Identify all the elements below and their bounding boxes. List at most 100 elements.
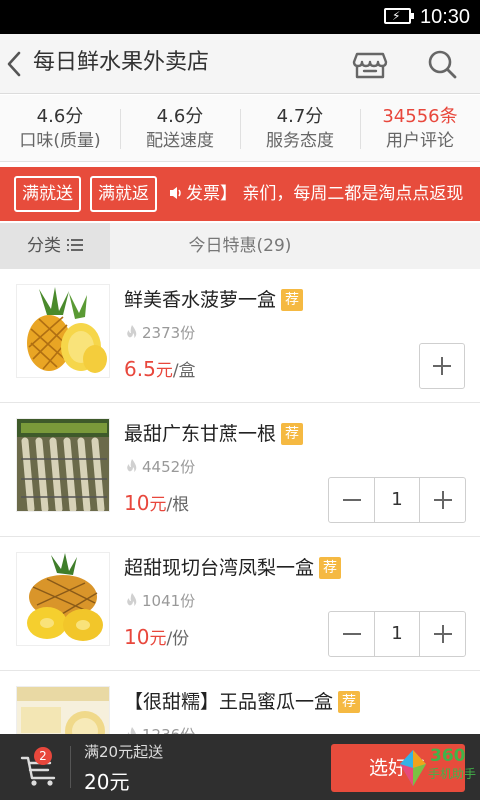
- quantity-value: 1: [374, 612, 420, 656]
- reviews-count-unit: 条: [439, 106, 458, 127]
- price-currency: 元: [149, 629, 167, 649]
- app-store-watermark: 360 手机助手: [396, 742, 476, 796]
- rating-taste-value: 4.6分: [36, 106, 84, 127]
- storefront-icon: [352, 52, 388, 79]
- tab-category[interactable]: 分类: [0, 223, 110, 269]
- product-item[interactable]: 鲜美香水菠萝一盒荐 2373份 6.5元/盒: [0, 270, 480, 403]
- flame-icon: [127, 593, 137, 606]
- page-title: 每日鲜水果外卖店: [33, 50, 210, 75]
- price-value: 10: [124, 625, 150, 649]
- rating-service-label: 服务态度: [266, 131, 334, 151]
- rating-taste: 4.6分 口味(质量): [0, 95, 120, 161]
- recommend-badge: 荐: [281, 289, 304, 311]
- rating-delivery-label: 配送速度: [146, 131, 214, 151]
- sugarcane-image: [16, 418, 110, 512]
- reviews-count: 34556条: [360, 105, 480, 129]
- flame-icon: [127, 325, 137, 338]
- reviews-label: 用户评论: [386, 131, 454, 151]
- status-time: 10:30: [420, 6, 471, 28]
- decrease-button[interactable]: [329, 612, 374, 656]
- price-unit: /根: [166, 495, 190, 515]
- melon-image: [16, 686, 110, 734]
- min-order-text: 满20元起送: [84, 743, 164, 761]
- promo-tag-gift[interactable]: 满就送: [14, 176, 81, 212]
- store-ratings: 4.6分 口味(质量) 4.6分 配送速度 4.7分 服务态度 34556条 用…: [0, 95, 480, 162]
- promo-marquee[interactable]: 发票】 亲们，每周二都是淘点点返现: [168, 180, 463, 208]
- product-sold-count: 4452份: [126, 456, 195, 478]
- menu-tabs: 分类 今日特惠(29): [0, 223, 480, 269]
- colorful-ball-logo-icon: [400, 750, 426, 786]
- plus-icon: [433, 357, 451, 375]
- product-name: 【很甜糯】王品蜜瓜一盒荐: [124, 688, 361, 716]
- rating-delivery-value: 4.6分: [156, 106, 204, 127]
- charging-battery-icon: ⚡: [384, 8, 414, 24]
- price-unit: /盒: [172, 361, 196, 381]
- watermark-360: 360: [430, 746, 466, 766]
- rating-taste-label: 口味(质量): [19, 131, 101, 151]
- quantity-stepper: 1: [328, 477, 466, 523]
- product-price: 10元/根: [124, 490, 189, 519]
- pineapple-image: [16, 284, 110, 378]
- back-button[interactable]: [0, 34, 30, 94]
- increase-button[interactable]: [420, 478, 465, 522]
- product-name: 最甜广东甘蔗一根荐: [124, 420, 304, 448]
- search-button[interactable]: [420, 42, 464, 86]
- rating-service-value: 4.7分: [276, 106, 324, 127]
- watermark-label: 手机助手: [428, 767, 477, 781]
- product-name-text: 超甜现切台湾凤梨一盒: [124, 557, 315, 579]
- product-item[interactable]: 【很甜糯】王品蜜瓜一盒荐 1236份: [0, 672, 480, 734]
- pineapple-slices-image: [16, 552, 110, 646]
- product-item[interactable]: 最甜广东甘蔗一根荐 4452份 10元/根 1: [0, 404, 480, 537]
- divider: [70, 746, 71, 788]
- price-value: 6.5: [124, 357, 156, 381]
- price-currency: 元: [155, 361, 173, 381]
- shop-button[interactable]: [348, 42, 392, 86]
- promo-marquee-text: 发票】 亲们，每周二都是淘点点返现: [186, 184, 464, 204]
- product-sold-count: 1236份: [126, 724, 195, 734]
- reviews-count-number: 34556: [382, 106, 440, 127]
- product-price: 10元/份: [124, 624, 189, 653]
- recommend-badge: 荐: [338, 691, 361, 713]
- price-unit: /份: [166, 629, 190, 649]
- promo-tag-cashback[interactable]: 满就返: [90, 176, 157, 212]
- price-value: 10: [124, 491, 150, 515]
- list-menu-icon: [67, 239, 83, 251]
- plus-icon: [434, 625, 452, 643]
- quantity-stepper: 1: [328, 611, 466, 657]
- add-to-cart-button[interactable]: [419, 343, 465, 389]
- sold-count-text: 4452份: [142, 458, 196, 476]
- decrease-button[interactable]: [329, 478, 374, 522]
- product-name-text: 鲜美香水菠萝一盒: [124, 289, 277, 311]
- rating-service: 4.7分 服务态度: [240, 95, 360, 161]
- app-header: 每日鲜水果外卖店: [0, 34, 480, 94]
- user-reviews-link[interactable]: 34556条 用户评论: [360, 95, 480, 161]
- product-name-text: 【很甜糯】王品蜜瓜一盒: [124, 691, 334, 713]
- flame-icon: [127, 727, 136, 734]
- cart-count-badge: 2: [34, 747, 52, 765]
- flame-icon: [127, 459, 137, 472]
- back-arrow-icon: [7, 51, 21, 77]
- product-sold-count: 2373份: [126, 322, 195, 344]
- sold-count-text: 1041份: [142, 592, 196, 610]
- cart-total: 20元: [84, 770, 130, 794]
- product-name-text: 最甜广东甘蔗一根: [124, 423, 277, 445]
- price-currency: 元: [149, 495, 167, 515]
- product-sold-count: 1041份: [126, 590, 195, 612]
- quantity-value: 1: [374, 478, 420, 522]
- tab-today-special[interactable]: 今日特惠(29): [110, 223, 370, 269]
- status-bar: ⚡ 10:30: [0, 0, 480, 34]
- sold-count-text: 1236份: [142, 726, 195, 734]
- rating-delivery: 4.6分 配送速度: [120, 95, 240, 161]
- recommend-badge: 荐: [281, 423, 304, 445]
- speaker-icon: [170, 187, 181, 199]
- promo-banner: 发票】 亲们，每周二都是淘点点返现 满就送 满就返: [0, 167, 480, 221]
- tab-category-label: 分类: [27, 236, 61, 256]
- product-price: 6.5元/盒: [124, 356, 196, 385]
- search-icon: [428, 50, 457, 79]
- plus-icon: [434, 491, 452, 509]
- minus-icon: [343, 499, 361, 501]
- product-item[interactable]: 超甜现切台湾凤梨一盒荐 1041份 10元/份 1: [0, 538, 480, 671]
- sold-count-text: 2373份: [142, 324, 196, 342]
- increase-button[interactable]: [420, 612, 465, 656]
- product-name: 超甜现切台湾凤梨一盒荐: [124, 554, 342, 582]
